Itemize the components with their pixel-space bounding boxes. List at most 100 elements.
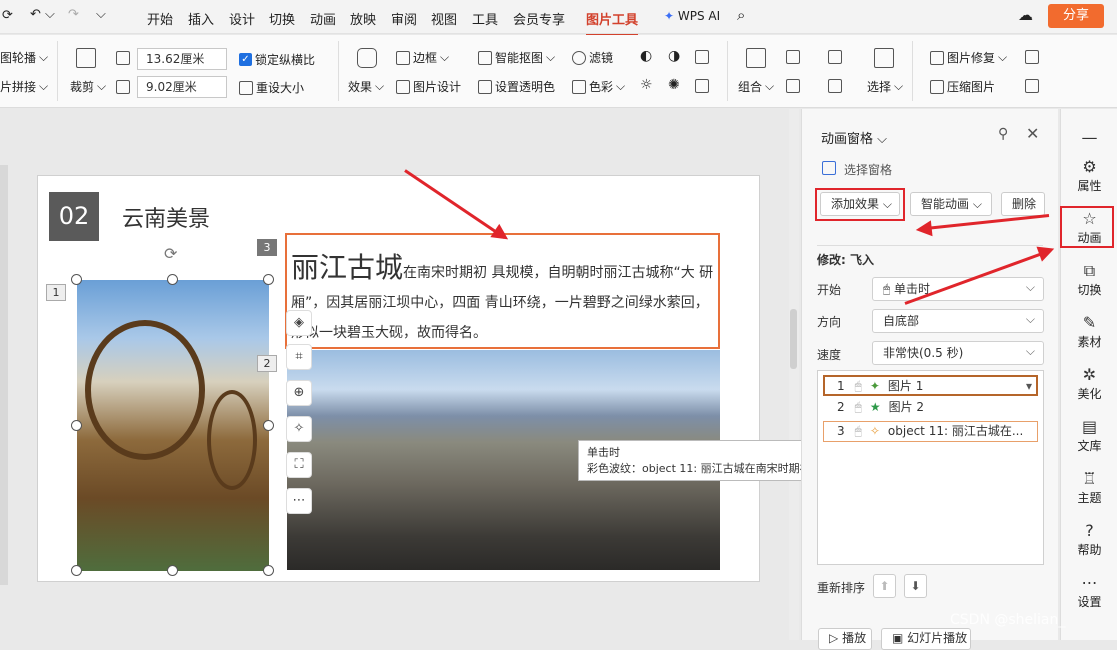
sidebar-item-library[interactable]: ▤ 文库	[1062, 417, 1117, 454]
resize-handle[interactable]	[263, 274, 274, 285]
resize-handle[interactable]	[167, 274, 178, 285]
animation-tag-1[interactable]: 1	[46, 284, 66, 301]
picture-repair-button[interactable]: 图片修复 ⌵	[930, 49, 1007, 66]
sidebar-item-transition[interactable]: ⧉ 切换	[1062, 261, 1117, 298]
search-icon[interactable]: ⌕	[737, 6, 745, 24]
sidebar-item-beautify[interactable]: ✲ 美化	[1062, 365, 1117, 402]
upload-cloud-icon[interactable]: ☁	[1018, 6, 1033, 24]
start-select[interactable]: 🖱 单击时	[872, 276, 1044, 301]
slideshow-button[interactable]: ▣ 幻灯片播放	[881, 628, 971, 650]
brightness-icon[interactable]: ◐	[640, 48, 652, 64]
color-button[interactable]: 色彩 ⌵	[572, 78, 625, 95]
lock-ratio-checkbox[interactable]: ✓ 锁定纵横比	[239, 51, 315, 68]
animation-tag-3[interactable]: 3	[257, 239, 277, 256]
checkbox-edit-icon[interactable]	[1025, 50, 1039, 64]
share-button[interactable]: 分享	[1048, 4, 1104, 28]
smart-animation-button[interactable]: 智能动画 ⌵	[910, 192, 992, 216]
more-icon[interactable]: ⋯	[286, 488, 312, 514]
resize-button[interactable]: 重设大小	[239, 79, 304, 96]
stitch-button[interactable]: 片拼接 ⌵	[0, 78, 48, 95]
more-chevron-icon[interactable]: ⌵	[96, 7, 106, 22]
align-icon[interactable]	[786, 79, 800, 93]
tab-view[interactable]: 视图	[431, 9, 457, 28]
image-options-icon[interactable]	[1025, 79, 1039, 93]
tab-insert[interactable]: 插入	[188, 9, 214, 28]
resize-handle[interactable]	[263, 565, 274, 576]
sun-icon[interactable]: ☼	[640, 77, 653, 93]
frame-icon[interactable]	[695, 50, 709, 64]
tab-member[interactable]: 会员专享	[513, 9, 565, 28]
fit-icon[interactable]: ⛶	[286, 452, 312, 478]
group-icon[interactable]	[746, 48, 766, 68]
tab-review[interactable]: 审阅	[391, 9, 417, 28]
zoom-icon[interactable]: ⊕	[286, 380, 312, 406]
filter-button[interactable]: 滤镜	[572, 49, 613, 66]
send-backward-icon[interactable]	[828, 79, 842, 93]
carousel-button[interactable]: 图轮播 ⌵	[0, 49, 48, 66]
crop-tool-icon[interactable]: ⌗	[286, 344, 312, 370]
scroll-thumb[interactable]	[790, 309, 797, 369]
tab-transition[interactable]: 切换	[269, 9, 295, 28]
height-input[interactable]: 9.02厘米	[137, 76, 227, 98]
tab-picture-tools[interactable]: 图片工具	[586, 9, 639, 36]
contrast-icon[interactable]: ◑	[668, 48, 680, 64]
sidebar-item-properties[interactable]: ⚙ 属性	[1062, 157, 1117, 194]
undo-icon[interactable]: ↶ ⌵	[30, 7, 55, 22]
resize-handle[interactable]	[71, 274, 82, 285]
slide-title[interactable]: 云南美景	[122, 201, 210, 233]
resize-handle[interactable]	[71, 565, 82, 576]
tab-tools[interactable]: 工具	[472, 9, 498, 28]
move-up-button[interactable]: ⬆	[873, 574, 896, 598]
reset-picture-icon[interactable]	[695, 79, 709, 93]
light-icon[interactable]: ✺	[668, 77, 680, 93]
select-icon[interactable]	[874, 48, 894, 68]
list-item[interactable]: 3 🖱 ✧ object 11: 丽江古城在...	[823, 421, 1038, 442]
crop-button[interactable]: 裁剪 ⌵	[70, 78, 106, 95]
group-button[interactable]: 组合 ⌵	[738, 78, 774, 95]
move-down-button[interactable]: ⬇	[904, 574, 927, 598]
tab-home[interactable]: 开始	[147, 9, 173, 28]
tab-design[interactable]: 设计	[229, 9, 255, 28]
magic-wand-icon[interactable]: ✧	[286, 416, 312, 442]
speed-select[interactable]: 非常快(0.5 秒)	[872, 340, 1044, 365]
effects-icon[interactable]	[357, 48, 377, 68]
wps-ai-button[interactable]: ✦ WPS AI	[664, 9, 720, 23]
sidebar-item-theme[interactable]: ♖ 主题	[1062, 469, 1117, 506]
set-transparent-button[interactable]: 设置透明色	[478, 78, 555, 95]
pin-icon[interactable]: ⚲	[998, 126, 1008, 142]
select-pane-link[interactable]: 选择窗格	[822, 161, 892, 178]
resize-handle[interactable]	[167, 565, 178, 576]
picture-design-button[interactable]: 图片设计	[396, 78, 461, 95]
close-icon[interactable]: ✕	[1026, 124, 1039, 143]
compress-picture-button[interactable]: 压缩图片	[930, 78, 995, 95]
sidebar-item-settings[interactable]: ⋯ 设置	[1062, 573, 1117, 610]
animation-tag-2[interactable]: 2	[257, 355, 277, 372]
refresh-icon[interactable]: ⟳	[2, 8, 13, 23]
sidebar-item-help[interactable]: ? 帮助	[1062, 521, 1117, 558]
effects-button[interactable]: 效果 ⌵	[348, 78, 384, 95]
rotate-icon[interactable]	[786, 50, 800, 64]
tab-slideshow[interactable]: 放映	[350, 9, 376, 28]
bring-forward-icon[interactable]	[828, 50, 842, 64]
dropdown-arrow-icon[interactable]: ▾	[1026, 377, 1032, 396]
list-item[interactable]: 1 🖱 ✦ 图片 1 ▾	[823, 375, 1038, 396]
select-button[interactable]: 选择 ⌵	[867, 78, 903, 95]
smart-cutout-button[interactable]: 智能抠图 ⌵	[478, 49, 555, 66]
direction-select[interactable]: 自底部	[872, 308, 1044, 333]
rotate-handle-icon[interactable]: ⟳	[164, 244, 177, 263]
lijiang-text-box[interactable]: 丽江古城在南宋时期初 具规模，自明朝时丽江古城称“大 研厢”，因其居丽江坝中心，…	[285, 233, 720, 349]
left-scrollbar[interactable]	[0, 165, 8, 585]
canvas-scrollbar[interactable]	[789, 109, 799, 640]
redo-icon[interactable]: ↷	[68, 7, 79, 22]
resize-handle[interactable]	[71, 420, 82, 431]
animation-pane-title[interactable]: 动画窗格 ⌵	[821, 128, 887, 147]
layers-icon[interactable]: ◈	[286, 310, 312, 336]
border-button[interactable]: 边框 ⌵	[396, 49, 449, 66]
waterwheel-picture[interactable]	[77, 280, 269, 571]
width-input[interactable]: 13.62厘米	[137, 48, 227, 70]
sidebar-item-materials[interactable]: ✎ 素材	[1062, 313, 1117, 350]
delete-button[interactable]: 删除	[1001, 192, 1045, 216]
sidebar-collapse[interactable]: —	[1062, 128, 1117, 148]
tab-animation[interactable]: 动画	[310, 9, 336, 28]
list-item[interactable]: 2 🖱 ★ 图片 2	[823, 398, 1038, 419]
